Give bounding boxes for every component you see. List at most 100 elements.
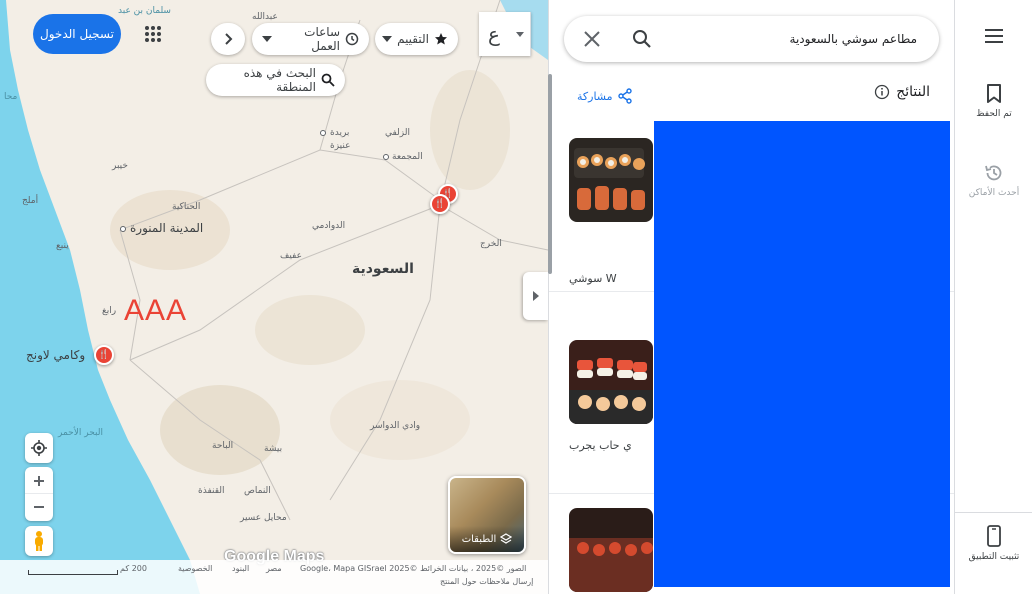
layers-icon [500,533,513,544]
install-app-button[interactable]: تثبيت التطبيق [955,525,1032,562]
map-label-kharj: الخرج [480,239,502,249]
redaction-overlay [654,121,950,587]
map-label-majmaah: المجمعة [392,152,423,162]
result-thumbnail [569,138,653,222]
search-button[interactable] [630,27,654,51]
search-this-area-button[interactable]: البحث في هذه المنطقة [206,64,345,96]
plus-icon [34,475,44,486]
bookmark-icon [987,84,1001,103]
map-footer: 200 كم الخصوصية البنود مصر الصور ©2025 ،… [0,560,548,594]
map-dot-majmaah [383,154,389,160]
caret-down-icon [509,12,531,56]
hours-filter-chip[interactable]: ساعات العمل [252,23,369,55]
map-dot-buraidah [320,130,326,136]
map-canvas[interactable]: السعودية المدينة المنورة بريدة عنيزة الز… [0,0,548,594]
language-value: ع [488,22,500,46]
collapse-panel-button[interactable] [523,272,548,320]
search-icon [633,30,651,48]
language-selector[interactable]: ع [479,12,531,56]
install-app-section: تثبيت التطبيق [955,512,1032,594]
map-data-attribution: الصور ©2025 ، بيانات الخرائط ©2025 Googl… [300,564,527,573]
star-icon [435,33,447,45]
phone-icon [987,525,1001,547]
zoom-controls [25,467,53,521]
share-button[interactable]: مشاركة [577,88,633,104]
search-input[interactable] [687,29,917,49]
search-icon [321,73,335,87]
map-label-rabigh: رابغ [102,306,117,316]
result-name[interactable]: W سوشي [569,272,617,285]
rating-filter-chip[interactable]: التقييم [375,23,458,55]
map-label-top-left: محا [4,92,18,102]
map-label-red-sea: البحر الأحمر [58,428,103,438]
filters-scroll-button[interactable] [211,23,245,55]
hours-filter-label: ساعات العمل [304,25,340,53]
restaurant-pin-riyadh-2[interactable]: 🍴 [430,194,450,214]
search-this-area-label: البحث في هذه المنطقة [243,66,316,94]
map-label-namas: النماص [244,486,271,496]
results-heading: النتائج [874,84,930,100]
apps-grid-icon[interactable] [145,26,161,42]
chevron-right-icon [225,33,233,45]
zoom-in-button[interactable] [25,468,53,494]
map-label-wadi-dawasir: وادي الدواسر [370,421,421,431]
zoom-out-button[interactable] [25,494,53,520]
history-icon [985,165,1002,181]
map-label-madinah: المدينة المنورة [130,221,204,235]
map-label-salman2: عبدالله [252,12,278,22]
map-label-unaizah: عنيزة [330,141,351,151]
my-location-button[interactable] [25,433,53,463]
map-label-afif: عفيف [280,251,302,261]
restaurant-pin-jeddah[interactable]: 🍴 [94,345,114,365]
result-thumbnail [569,340,653,424]
map-label-qunfudhah: القنفذة [198,486,225,496]
country-label[interactable]: مصر [266,564,282,573]
layers-label: الطبقات [461,533,497,545]
install-app-label: تثبيت التطبيق [968,552,1020,562]
send-feedback-link[interactable]: إرسال ملاحظات حول المنتج [440,577,533,586]
map-label-khaybar: خيبر [112,161,128,171]
minus-icon [34,506,44,508]
caret-down-icon [382,36,393,42]
map-label-dawadmi: الدوادمي [312,221,346,231]
map-label-muhayil: محايل عسير [240,513,287,523]
scale-label: 200 كم [120,564,147,573]
info-icon[interactable] [874,84,890,100]
map-label-baha: الباحة [212,441,234,451]
pegman-icon [35,531,43,551]
panel-scrollbar[interactable] [548,74,552,274]
caret-down-icon [262,36,272,42]
rating-filter-label: التقييم [397,32,429,46]
map-label-salman: سلمان بن عبد [118,6,171,16]
recent-places-button[interactable]: أحدث الأماكن [955,163,1032,198]
side-rail: تم الحفظ أحدث الأماكن تثبيت التطبيق [954,0,1032,594]
search-box [564,16,939,62]
map-label-bisha: بيشة [264,444,283,454]
result-thumbnail [569,508,653,592]
map-annotation: AAA [124,294,188,327]
result-name[interactable]: ي حاب يجرب [569,439,632,452]
privacy-link[interactable]: الخصوصية [178,564,212,573]
layers-button[interactable]: الطبقات [448,476,526,554]
map-label-buraidah: بريدة [330,128,350,138]
hamburger-menu-icon [985,29,1003,43]
clock-icon [345,32,359,46]
caret-right-icon [532,291,539,301]
terms-link[interactable]: البنود [232,564,249,573]
close-icon [584,31,600,47]
recent-places-label: أحدث الأماكن [968,188,1020,198]
map-label-hanakiyah: الحناكية [172,202,201,212]
street-view-pegman-button[interactable] [25,526,53,556]
map-label-pin-jeddah: وكامي لاونج [26,348,86,362]
saved-label: تم الحفظ [976,109,1012,119]
results-title: النتائج [896,84,930,100]
sign-in-button[interactable]: تسجيل الدخول [33,14,121,54]
scale-bar [28,570,118,575]
map-label-saudi: السعودية [352,261,414,277]
clear-search-button[interactable] [580,27,604,51]
menu-button[interactable] [955,28,1032,49]
map-label-zulfi: الزلفي [385,128,411,138]
saved-button[interactable]: تم الحفظ [955,84,1032,119]
map-label-yanbu: ينبع [56,241,69,251]
map-dot-madinah [120,226,126,232]
